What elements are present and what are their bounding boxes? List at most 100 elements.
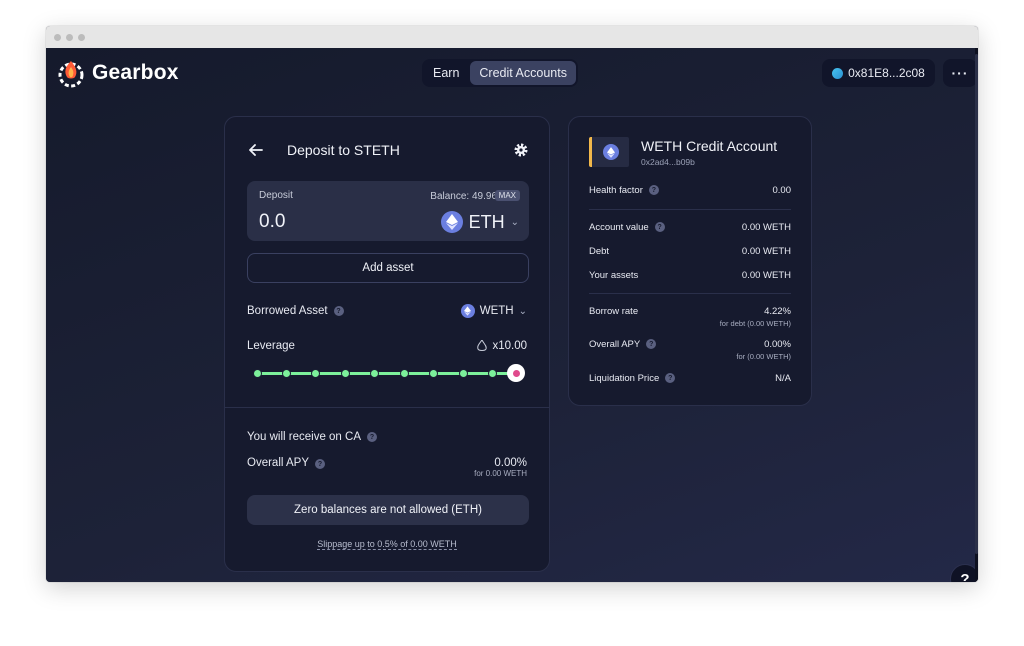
borrowed-asset-selector[interactable]: WETH ⌄ — [460, 304, 527, 318]
gear-icon[interactable] — [513, 142, 529, 158]
borrowed-asset-label: Borrowed Asset — [247, 305, 328, 317]
slider-step[interactable] — [311, 369, 320, 378]
liquidation-price-value: N/A — [775, 373, 791, 384]
slider-step[interactable] — [370, 369, 379, 378]
health-factor-label: Health factor — [589, 185, 643, 196]
debt-row: Debt 0.00 WETH — [589, 246, 791, 257]
leverage-label: Leverage — [247, 340, 295, 352]
info-icon[interactable]: ? — [665, 373, 676, 383]
info-icon[interactable]: ? — [648, 185, 659, 195]
deposit-asset-label: ETH — [468, 211, 505, 232]
deposit-asset-selector[interactable]: ETH ⌄ — [440, 211, 519, 233]
wallet-button[interactable]: 0x81E8...2c08 — [822, 59, 935, 87]
info-icon[interactable]: ? — [367, 432, 377, 442]
credit-account-address[interactable]: 0x2ad4...b09b — [641, 157, 777, 167]
info-icon[interactable]: ? — [333, 306, 344, 316]
wallet-address: 0x81E8...2c08 — [848, 66, 925, 80]
leverage-value: x10.00 — [492, 340, 527, 352]
overall-apy-row: Overall APY ? 0.00% for 0.00 WETH — [247, 457, 527, 478]
chevron-down-icon: ⌄ — [518, 305, 527, 317]
logo[interactable]: Gearbox — [56, 58, 179, 88]
deposit-balance: Balance: 49.96 — [430, 191, 497, 202]
max-button[interactable]: MAX — [494, 190, 520, 201]
health-factor-row: Health factor ? 0.00 — [589, 185, 791, 196]
window-dot-close[interactable] — [54, 33, 61, 41]
info-icon[interactable]: ? — [646, 339, 657, 349]
eth-icon — [440, 211, 463, 233]
overall-apy-note: for 0.00 WETH — [474, 469, 527, 478]
borrow-rate-note: for debt (0.00 WETH) — [719, 319, 791, 328]
zero-balances-button[interactable]: Zero balances are not allowed (ETH) — [247, 495, 529, 525]
slippage-text[interactable]: Slippage up to 0.5% of 0.00 WETH — [317, 539, 457, 550]
chevron-down-icon: ⌄ — [510, 216, 519, 228]
health-factor-value: 0.00 — [772, 185, 792, 196]
add-asset-button[interactable]: Add asset — [247, 253, 529, 283]
your-assets-value: 0.00 WETH — [741, 270, 791, 281]
scrollbar-thumb[interactable] — [975, 54, 978, 554]
leverage-value-wrap: x10.00 — [477, 340, 527, 352]
credit-account-card: WETH Credit Account 0x2ad4...b09b Health… — [568, 116, 812, 406]
arrow-left-icon[interactable] — [247, 141, 265, 159]
slider-step[interactable] — [253, 369, 262, 378]
deposit-label: Deposit — [259, 190, 293, 201]
deposit-card-header: Deposit to STETH — [247, 141, 529, 159]
borrow-rate-value: 4.22% — [764, 306, 791, 317]
more-menu-button[interactable]: ··· — [943, 59, 977, 87]
slider-step[interactable] — [400, 369, 409, 378]
ca-overall-apy-value: 0.00% — [764, 339, 791, 350]
overall-apy-values: 0.00% for 0.00 WETH — [474, 457, 527, 478]
info-icon[interactable]: ? — [315, 459, 325, 469]
leverage-slider[interactable] — [253, 364, 525, 382]
slider-track[interactable] — [255, 372, 515, 375]
weth-icon — [602, 144, 619, 160]
ca-overall-apy-values: 0.00% for (0.00 WETH) — [736, 339, 791, 361]
deposit-amount-input[interactable]: 0.0 — [259, 211, 285, 233]
deposit-card: Deposit to STETH Deposit Balance: 49.96 … — [224, 116, 550, 572]
slider-step[interactable] — [282, 369, 291, 378]
borrowed-asset-row: Borrowed Asset ? WETH ⌄ — [247, 304, 527, 318]
ca-overall-apy-note: for (0.00 WETH) — [736, 352, 791, 361]
window-titlebar — [46, 26, 978, 48]
slippage-note[interactable]: Slippage up to 0.5% of 0.00 WETH — [225, 539, 549, 550]
slider-step[interactable] — [459, 369, 468, 378]
borrow-rate-values: 4.22% for debt (0.00 WETH) — [720, 306, 791, 328]
receive-row: You will receive on CA ? — [247, 431, 527, 443]
debt-value: 0.00 WETH — [741, 246, 791, 257]
tab-credit-accounts[interactable]: Credit Accounts — [470, 61, 576, 85]
help-button[interactable]: ? — [950, 564, 978, 582]
overall-apy-label: Overall APY — [247, 457, 309, 469]
slider-step[interactable] — [429, 369, 438, 378]
browser-window: Gearbox Earn Credit Accounts 0x81E8...2c… — [46, 26, 978, 582]
scrollbar[interactable] — [975, 48, 978, 582]
wallet-icon — [832, 67, 844, 79]
app-root: Gearbox Earn Credit Accounts 0x81E8...2c… — [46, 48, 978, 582]
slider-step[interactable] — [488, 369, 497, 378]
credit-account-title: WETH Credit Account — [641, 137, 778, 154]
borrowed-asset-value: WETH — [479, 305, 514, 317]
deposit-card-title: Deposit to STETH — [287, 142, 400, 158]
your-assets-row: Your assets 0.00 WETH — [589, 270, 791, 281]
slider-step[interactable] — [341, 369, 350, 378]
borrow-rate-label: Borrow rate — [589, 306, 639, 317]
debt-label: Debt — [589, 246, 610, 257]
account-value-row: Account value ? 0.00 WETH — [589, 222, 791, 233]
tab-earn[interactable]: Earn — [424, 61, 468, 85]
slider-handle-center — [512, 369, 520, 377]
top-nav: Earn Credit Accounts — [422, 59, 578, 87]
section-divider — [225, 407, 549, 408]
flame-icon — [477, 340, 488, 351]
account-value-label: Account value — [589, 222, 649, 233]
account-value: 0.00 WETH — [741, 222, 791, 233]
borrow-rate-row: Borrow rate 4.22% for debt (0.00 WETH) — [589, 306, 791, 328]
ca-overall-apy-row: Overall APY ? 0.00% for (0.00 WETH) — [589, 339, 791, 361]
credit-account-icon — [589, 137, 629, 167]
window-dot-maximize[interactable] — [78, 33, 85, 41]
liquidation-price-row: Liquidation Price ? N/A — [589, 373, 791, 384]
weth-icon — [460, 304, 475, 318]
info-icon[interactable]: ? — [654, 222, 665, 232]
overall-apy-value: 0.00% — [494, 457, 527, 469]
credit-account-header: WETH Credit Account 0x2ad4...b09b — [589, 137, 777, 167]
slider-handle[interactable] — [507, 364, 525, 382]
window-dot-minimize[interactable] — [66, 33, 73, 41]
ca-divider — [589, 293, 791, 294]
